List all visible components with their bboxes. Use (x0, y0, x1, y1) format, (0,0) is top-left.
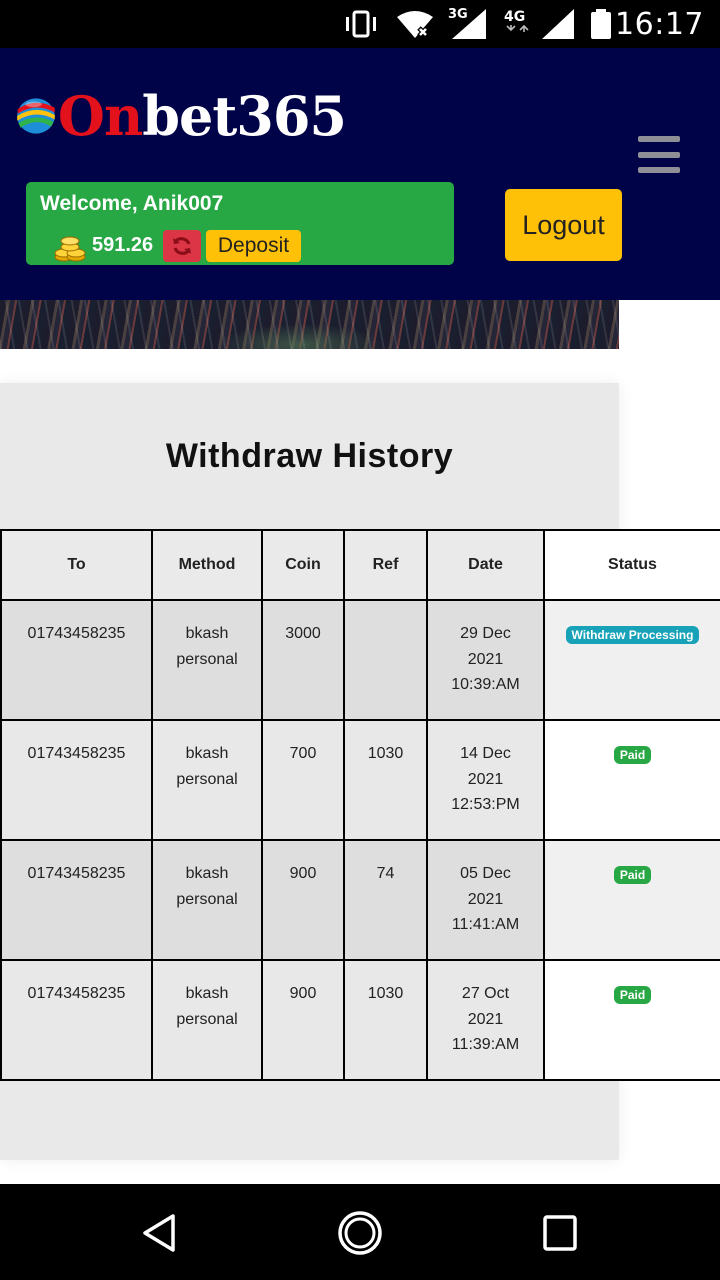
method-type: personal (176, 890, 238, 908)
status-badge: Paid (613, 866, 652, 884)
site-header: Onbet365 Welcome, Anik007 591.26 Deposit (0, 48, 720, 300)
method-type: personal (176, 1010, 238, 1028)
cell-method: bkash personal (151, 959, 263, 1081)
cell-ref (343, 599, 428, 721)
date-year: 2021 (467, 890, 504, 908)
date-day: 05 Dec (460, 865, 511, 882)
method-type: personal (176, 650, 238, 668)
table-row: 01743458235 bkash personal 3000 29 Dec 202… (0, 599, 720, 721)
cell-method: bkash personal (151, 599, 263, 721)
logout-button[interactable]: Logout (505, 189, 622, 261)
date-year: 2021 (467, 650, 504, 668)
status-bar: 3G 4G 16:17 (0, 0, 720, 48)
user-panel: Welcome, Anik007 591.26 Deposit (26, 182, 454, 265)
recents-icon[interactable] (535, 1208, 585, 1258)
vibrate-icon (342, 0, 380, 48)
logo-text-bet: bet365 (142, 84, 347, 148)
method-type: personal (176, 770, 238, 788)
table-header-row: To Method Coin Ref Date Status (0, 529, 720, 601)
wifi-off-icon (396, 0, 434, 48)
column-header-coin: Coin (261, 529, 345, 601)
signal-3g-icon: 3G (448, 0, 490, 48)
date-time: 10:39:AM (451, 676, 520, 693)
withdraw-history-table: To Method Coin Ref Date Status 017434582… (0, 529, 720, 1081)
logo-text: Onbet365 (58, 89, 347, 143)
cell-status: Paid (543, 719, 720, 841)
stadium-banner-image (0, 300, 619, 349)
site-logo[interactable]: Onbet365 (16, 76, 347, 156)
network-4g-label: 4G (504, 9, 525, 25)
cell-coin: 900 (261, 959, 345, 1081)
method-name: bkash (185, 985, 229, 1002)
method-name: bkash (185, 625, 229, 642)
cell-coin: 3000 (261, 599, 345, 721)
table-row: 01743458235 bkash personal 900 74 05 Dec 2… (0, 839, 720, 961)
column-header-ref: Ref (343, 529, 428, 601)
cell-to: 01743458235 (0, 719, 153, 841)
column-header-to: To (0, 529, 153, 601)
cell-date: 27 Oct 2021 11:39:AM (426, 959, 545, 1081)
cell-ref: 1030 (343, 719, 428, 841)
cell-to: 01743458235 (0, 839, 153, 961)
logo-text-on: On (57, 84, 143, 148)
page-title: Withdraw History (165, 437, 454, 475)
hamburger-menu-icon[interactable] (636, 136, 682, 176)
navigation-bar (0, 1184, 720, 1280)
cell-date: 14 Dec 2021 12:53:PM (426, 719, 545, 841)
date-time: 12:53:PM (451, 796, 520, 813)
cell-coin: 700 (261, 719, 345, 841)
status-badge: Paid (613, 746, 652, 764)
table-row: 01743458235 bkash personal 700 1030 14 De… (0, 719, 720, 841)
home-icon[interactable] (335, 1208, 385, 1258)
cell-ref: 1030 (343, 959, 428, 1081)
cell-coin: 900 (261, 839, 345, 961)
column-header-method: Method (151, 529, 263, 601)
cell-status: Withdraw Processing (543, 599, 720, 721)
status-badge: Withdraw Processing (565, 626, 700, 644)
column-header-status: Status (543, 529, 720, 601)
coins-icon (54, 236, 86, 262)
cell-date: 29 Dec 2021 10:39:AM (426, 599, 545, 721)
date-day: 27 Oct (461, 985, 510, 1002)
date-time: 11:41:AM (451, 916, 520, 933)
deposit-button[interactable]: Deposit (206, 230, 301, 262)
clock: 16:17 (615, 6, 704, 42)
battery-icon (590, 0, 612, 48)
logo-ball-icon (17, 98, 55, 134)
refresh-icon (173, 237, 191, 255)
date-year: 2021 (467, 1010, 504, 1028)
date-day: 29 Dec (460, 625, 511, 642)
signal-4g-icon: 4G (502, 0, 576, 48)
balance-amount: 591.26 (92, 234, 154, 256)
cell-date: 05 Dec 2021 11:41:AM (426, 839, 545, 961)
date-year: 2021 (467, 770, 504, 788)
cell-to: 01743458235 (0, 959, 153, 1081)
table-row: 01743458235 bkash personal 900 1030 27 Oc… (0, 959, 720, 1081)
cell-method: bkash personal (151, 839, 263, 961)
welcome-text: Welcome, Anik007 (40, 192, 224, 215)
status-badge: Paid (613, 986, 652, 1004)
column-header-date: Date (426, 529, 545, 601)
refresh-balance-button[interactable] (163, 230, 201, 262)
date-day: 14 Dec (460, 745, 511, 762)
cell-method: bkash personal (151, 719, 263, 841)
cell-ref: 74 (343, 839, 428, 961)
cell-to: 01743458235 (0, 599, 153, 721)
cell-status: Paid (543, 959, 720, 1081)
network-3g-label: 3G (448, 7, 468, 22)
method-name: bkash (185, 865, 229, 882)
back-icon[interactable] (135, 1208, 185, 1258)
date-time: 11:39:AM (451, 1036, 520, 1053)
method-name: bkash (185, 745, 229, 762)
cell-status: Paid (543, 839, 720, 961)
